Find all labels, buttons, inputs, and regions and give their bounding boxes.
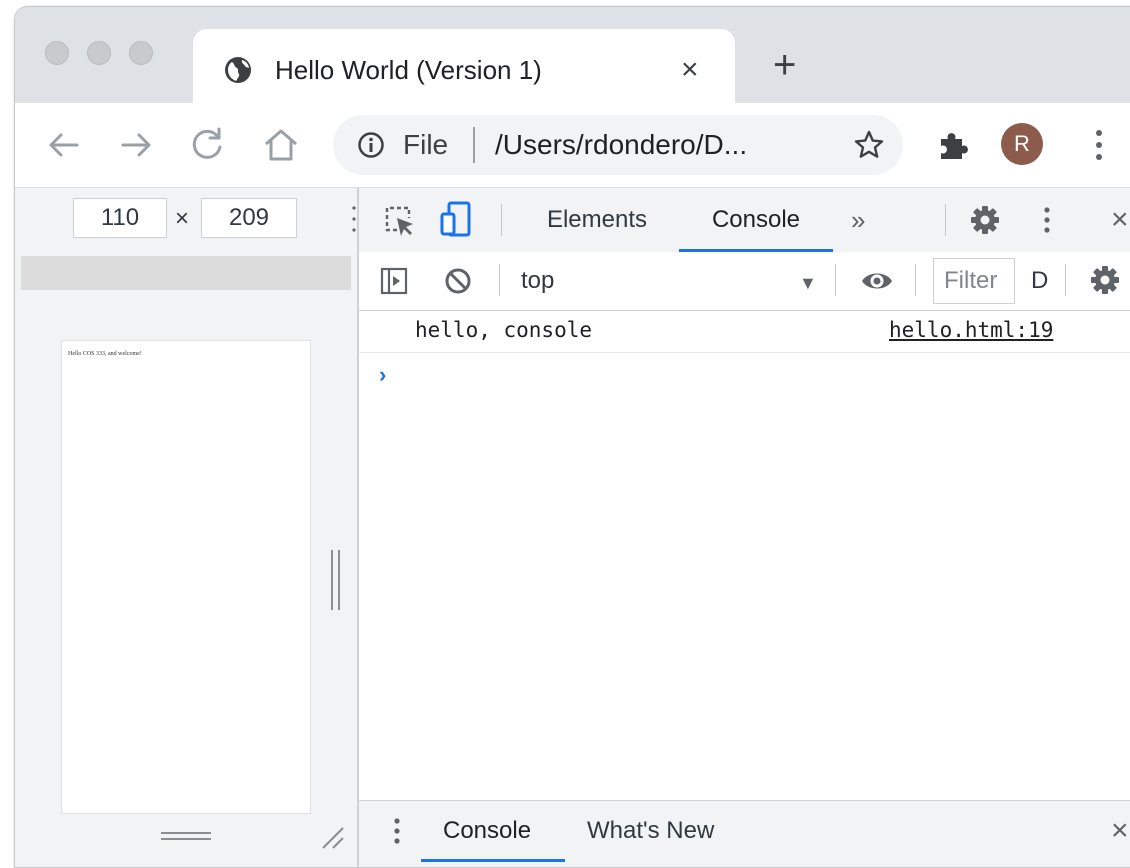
window-close-button[interactable] bbox=[45, 41, 69, 65]
device-ruler bbox=[21, 256, 351, 290]
source-link[interactable]: hello.html:19 bbox=[889, 314, 1053, 346]
globe-icon bbox=[225, 57, 251, 83]
console-settings-gear-icon[interactable] bbox=[1089, 264, 1121, 296]
reload-icon[interactable] bbox=[185, 123, 229, 167]
url-text: /Users/rdondero/D... bbox=[495, 129, 748, 160]
tab-elements[interactable]: Elements bbox=[529, 188, 665, 252]
toolbar-divider bbox=[945, 204, 946, 236]
context-selector[interactable]: top bbox=[521, 264, 554, 298]
tab-title: Hello World (Version 1) bbox=[275, 55, 542, 85]
info-icon[interactable] bbox=[357, 131, 385, 159]
dimension-separator: × bbox=[175, 205, 190, 232]
back-arrow-icon[interactable] bbox=[41, 123, 85, 167]
resize-handle-vertical[interactable] bbox=[329, 550, 343, 610]
address-divider bbox=[473, 127, 475, 163]
console-message-row: hello, console hello.html:19 bbox=[359, 310, 1130, 353]
resize-handle-corner[interactable] bbox=[319, 824, 345, 850]
sidebar-toggle-icon[interactable] bbox=[379, 266, 409, 296]
devtools-tab-bar: Elements Console » × bbox=[359, 188, 1130, 253]
vertical-dots-icon[interactable] bbox=[1093, 125, 1105, 165]
devtools-panel: Elements Console » × top ▼ Filter D hell… bbox=[359, 188, 1130, 867]
console-toolbar: top ▼ Filter D bbox=[359, 252, 1130, 311]
eye-icon[interactable] bbox=[859, 264, 895, 298]
device-toggle-icon[interactable] bbox=[439, 200, 473, 238]
drawer-close-button[interactable]: × bbox=[1111, 801, 1129, 861]
more-tabs-button[interactable]: » bbox=[851, 188, 865, 252]
device-height-input[interactable]: 209 bbox=[201, 198, 297, 238]
browser-tab[interactable]: Hello World (Version 1) × bbox=[193, 29, 735, 103]
toolbar-divider bbox=[501, 204, 502, 236]
window-maximize-button[interactable] bbox=[129, 41, 153, 65]
window-minimize-button[interactable] bbox=[87, 41, 111, 65]
drawer-menu-dots-icon[interactable] bbox=[393, 815, 401, 847]
toolbar-divider bbox=[499, 264, 500, 296]
tab-close-button[interactable]: × bbox=[681, 53, 699, 87]
tab-console[interactable]: Console bbox=[679, 188, 833, 252]
devtools-close-button[interactable]: × bbox=[1111, 188, 1129, 252]
vertical-dots-icon[interactable] bbox=[1043, 204, 1051, 236]
tab-strip: Hello World (Version 1) × + bbox=[15, 7, 1130, 103]
drawer-tab-whats-new[interactable]: What's New bbox=[587, 801, 714, 861]
browser-window: Hello World (Version 1) × + File /Users/… bbox=[14, 6, 1130, 868]
device-preview-panel: 110 × 209 Hello COS 333, and welcome! bbox=[15, 188, 359, 867]
log-levels-dropdown[interactable]: D bbox=[1031, 264, 1048, 298]
chevron-down-icon[interactable]: ▼ bbox=[799, 266, 817, 300]
toolbar-divider bbox=[915, 264, 916, 296]
profile-avatar[interactable]: R bbox=[1001, 123, 1043, 165]
drawer-tab-console[interactable]: Console bbox=[443, 801, 531, 861]
new-tab-button[interactable]: + bbox=[773, 45, 796, 85]
devtools-drawer: Console What's New × bbox=[359, 800, 1130, 867]
filter-input[interactable]: Filter bbox=[933, 258, 1015, 304]
star-icon[interactable] bbox=[853, 129, 885, 161]
puzzle-icon[interactable] bbox=[935, 127, 971, 163]
device-options-dots-icon[interactable] bbox=[352, 204, 356, 234]
device-width-input[interactable]: 110 bbox=[73, 198, 167, 238]
toolbar-divider bbox=[835, 264, 836, 296]
page-preview-text: Hello COS 333, and welcome! bbox=[68, 351, 142, 357]
console-prompt[interactable]: › bbox=[379, 360, 386, 390]
scheme-label: File bbox=[403, 129, 449, 160]
address-bar[interactable]: File /Users/rdondero/D... bbox=[333, 115, 903, 175]
device-screen[interactable]: Hello COS 333, and welcome! bbox=[61, 340, 311, 814]
drawer-active-indicator bbox=[421, 859, 565, 862]
gear-icon[interactable] bbox=[969, 204, 1001, 236]
browser-toolbar: File /Users/rdondero/D... R bbox=[15, 103, 1130, 188]
console-message: hello, console bbox=[415, 318, 593, 342]
toolbar-divider bbox=[1065, 264, 1066, 296]
inspect-element-icon[interactable] bbox=[383, 204, 417, 238]
clear-console-icon[interactable] bbox=[443, 266, 473, 296]
resize-handle-horizontal[interactable] bbox=[161, 830, 211, 842]
forward-arrow-icon[interactable] bbox=[115, 123, 159, 167]
home-icon[interactable] bbox=[259, 123, 303, 167]
